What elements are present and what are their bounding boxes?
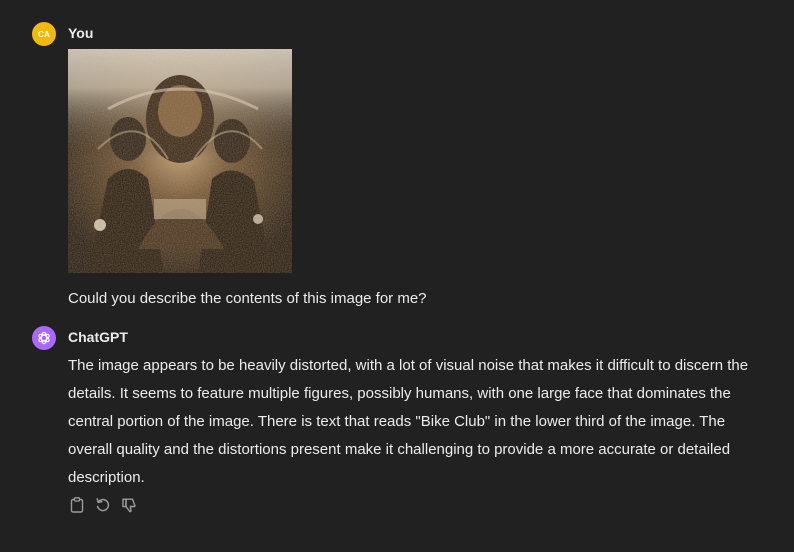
assistant-author-name: ChatGPT bbox=[68, 329, 128, 345]
user-author-name: You bbox=[68, 25, 94, 41]
attached-image[interactable] bbox=[68, 49, 292, 273]
openai-logo-icon bbox=[38, 331, 50, 345]
message-actions bbox=[68, 496, 138, 514]
copy-icon bbox=[70, 497, 84, 513]
user-avatar-initials: CA bbox=[38, 29, 50, 39]
assistant-avatar bbox=[32, 326, 56, 350]
regenerate-icon bbox=[96, 498, 110, 512]
thumbs-down-button[interactable] bbox=[120, 496, 138, 514]
assistant-message-text: The image appears to be heavily distorte… bbox=[68, 357, 749, 486]
thumbs-down-icon bbox=[122, 498, 136, 513]
user-message-text: Could you describe the contents of this … bbox=[68, 290, 427, 307]
copy-button[interactable] bbox=[68, 496, 86, 514]
regenerate-button[interactable] bbox=[94, 496, 112, 514]
user-avatar: CA bbox=[32, 22, 56, 46]
